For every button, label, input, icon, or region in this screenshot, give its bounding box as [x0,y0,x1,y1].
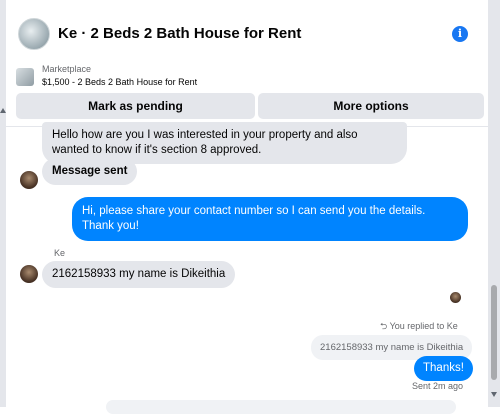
sender-name: Ke [54,248,66,258]
scroll-down-arrow-icon[interactable] [491,392,497,397]
listing-avatar [18,18,50,50]
listing-thumbnail[interactable] [16,68,34,86]
reply-arrow-icon: ⮌ [380,321,388,331]
conversation-header: Ke · 2 Beds 2 Bath House for Rent i [6,0,488,63]
message-input-area[interactable] [106,400,456,414]
sent-status: Sent 2m ago [412,381,464,391]
message-bubble-incoming: 2162158933 my name is Dikeithia [42,261,236,288]
mark-as-pending-button[interactable]: Mark as pending [16,93,255,119]
scrollbar-thumb[interactable] [491,285,497,380]
conversation-title[interactable]: Ke · 2 Beds 2 Bath House for Rent [58,25,301,42]
seen-indicator-avatar [450,292,461,303]
listing-title[interactable]: $1,500 - 2 Beds 2 Bath House for Rent [42,77,197,87]
marketplace-panel: Marketplace $1,500 - 2 Beds 2 Bath House… [6,62,488,127]
info-icon[interactable]: i [452,26,468,42]
message-bubble-incoming: Message sent [42,158,138,185]
more-options-button[interactable]: More options [258,93,484,119]
message-bubble-outgoing: Thanks! [414,356,473,381]
sender-avatar[interactable] [20,265,38,283]
message-bubble-outgoing: Hi, please share your contact number so … [72,197,468,241]
replied-text: You replied to Ke [389,321,458,331]
replied-label: ⮌ You replied to Ke [380,319,458,335]
marketplace-label: Marketplace [42,64,92,74]
sender-avatar[interactable] [20,171,38,189]
